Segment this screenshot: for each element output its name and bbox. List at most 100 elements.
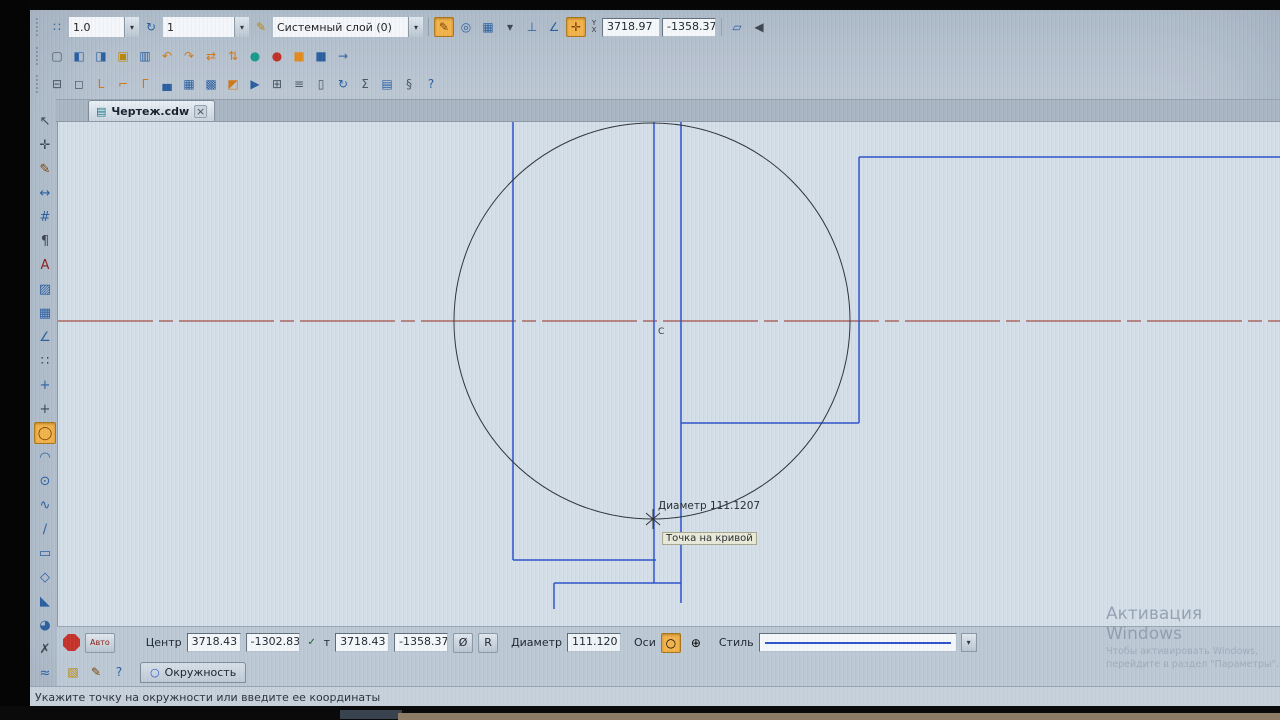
speaker-icon[interactable]: ◀ bbox=[749, 17, 769, 37]
point-x-field[interactable]: 3718.43 bbox=[335, 633, 390, 652]
edit-object-icon[interactable]: ✎ bbox=[86, 662, 106, 682]
tree-list-icon[interactable]: ≡ bbox=[289, 74, 309, 94]
ruler-icon[interactable]: L bbox=[91, 74, 111, 94]
grid-icon[interactable]: ▦ bbox=[478, 17, 498, 37]
tab-close-icon[interactable]: × bbox=[194, 104, 208, 118]
fill-icon[interactable]: ▩ bbox=[201, 74, 221, 94]
center-y-field[interactable]: -1302.83 bbox=[245, 633, 300, 652]
pan-tool[interactable]: ✛ bbox=[34, 134, 56, 156]
sum-icon[interactable]: Σ bbox=[355, 74, 375, 94]
window-layout-icon[interactable]: ◧ bbox=[69, 46, 89, 66]
doc-blank-icon[interactable]: ▯ bbox=[311, 74, 331, 94]
zoom-refresh-icon[interactable]: ↻ bbox=[141, 17, 161, 37]
current-state-icon[interactable]: ∷ bbox=[47, 17, 67, 37]
center-x-field[interactable]: 3718.43 bbox=[186, 633, 241, 652]
interrupt-command-button[interactable] bbox=[63, 634, 80, 651]
draw-mode-icon[interactable]: ✎ bbox=[434, 17, 454, 37]
hatch-tool[interactable]: ▨ bbox=[34, 278, 56, 300]
auto-create-button[interactable]: Авто bbox=[85, 632, 115, 653]
angle-measure-tool[interactable]: ∠ bbox=[34, 326, 56, 348]
dimension-tool[interactable]: ↔ bbox=[34, 182, 56, 204]
offset-tool[interactable]: ≈ bbox=[34, 662, 56, 684]
corner-icon[interactable]: Γ bbox=[135, 74, 155, 94]
radius-mode-button[interactable]: R bbox=[478, 632, 499, 653]
pencil-tool[interactable]: ✎ bbox=[34, 158, 56, 180]
help-icon[interactable]: ? bbox=[421, 74, 441, 94]
trim-tool[interactable]: ✗ bbox=[34, 638, 56, 660]
document-icon: ▤ bbox=[96, 104, 107, 118]
point-y-field[interactable]: -1358.37 bbox=[394, 633, 449, 652]
line-tool[interactable]: ∕ bbox=[34, 518, 56, 540]
open-folder-icon[interactable]: ▣ bbox=[113, 46, 133, 66]
diameter-mode-button[interactable]: Ø bbox=[453, 632, 474, 653]
layer-number-caret-icon[interactable]: ▾ bbox=[234, 17, 249, 37]
save-icon[interactable]: ▥ bbox=[135, 46, 155, 66]
spline-tool[interactable]: ∿ bbox=[34, 494, 56, 516]
hash-grid-tool[interactable]: # bbox=[34, 206, 56, 228]
new-sheet-icon[interactable]: ▢ bbox=[47, 46, 67, 66]
point-tool[interactable]: + bbox=[34, 398, 56, 420]
rectangle-tool[interactable]: ▭ bbox=[34, 542, 56, 564]
move-icon[interactable]: ⇄ bbox=[201, 46, 221, 66]
drawing-canvas[interactable]: C Диаметр 111.1207 Точка на кривой bbox=[57, 122, 1280, 626]
spreadsheet-icon[interactable]: ▤ bbox=[377, 74, 397, 94]
stop-mark-icon[interactable]: ● bbox=[267, 46, 287, 66]
designation-tool[interactable]: ¶ bbox=[34, 230, 56, 252]
cursor-y-field[interactable]: -1358.37 bbox=[662, 17, 716, 37]
zoom-caret-icon[interactable]: ▾ bbox=[124, 17, 139, 37]
polygon-tool[interactable]: ◇ bbox=[34, 566, 56, 588]
refresh-icon[interactable]: ↻ bbox=[333, 74, 353, 94]
rotate-right-icon[interactable]: ↷ bbox=[179, 46, 199, 66]
run-icon[interactable]: ▶ bbox=[245, 74, 265, 94]
zoom-area-icon[interactable]: ◎ bbox=[456, 17, 476, 37]
help-panel-icon[interactable]: ? bbox=[109, 662, 129, 682]
layer-name-combo[interactable]: Системный слой (0) ▾ bbox=[273, 17, 423, 37]
pointer-arrow-icon[interactable]: → bbox=[333, 46, 353, 66]
blue-box-icon[interactable]: ■ bbox=[311, 46, 331, 66]
geometry-panel-icon[interactable]: ▧ bbox=[63, 662, 83, 682]
grid-page-icon[interactable]: ⊞ bbox=[267, 74, 287, 94]
print-icon[interactable]: ⊟ bbox=[47, 74, 67, 94]
process-icons: ▧ ✎? bbox=[63, 662, 129, 682]
process-tab-label: Окружность bbox=[164, 665, 237, 679]
local-csys-icon[interactable]: ∠ bbox=[544, 17, 564, 37]
snap-toggle-icon[interactable]: ✛ bbox=[566, 17, 586, 37]
ellipse-tool[interactable]: ⊙ bbox=[34, 470, 56, 492]
fillet-tool[interactable]: ◕ bbox=[34, 614, 56, 636]
layer-edit-icon[interactable]: ✎ bbox=[251, 17, 271, 37]
axes-off-toggle[interactable]: ○ bbox=[660, 632, 681, 653]
text-tool[interactable]: A bbox=[34, 254, 56, 276]
points-array-tool[interactable]: ∷ bbox=[34, 350, 56, 372]
window-layout-alt-icon[interactable]: ◨ bbox=[91, 46, 111, 66]
preview-icon[interactable]: ◻ bbox=[69, 74, 89, 94]
shift-icon[interactable]: ⇅ bbox=[223, 46, 243, 66]
info-icon[interactable]: § bbox=[399, 74, 419, 94]
select-tool[interactable]: ↖ bbox=[34, 110, 56, 132]
process-tab-circle[interactable]: ○ Окружность bbox=[140, 661, 247, 683]
table-icon[interactable]: ▦ bbox=[179, 74, 199, 94]
table-tool[interactable]: ▦ bbox=[34, 302, 56, 324]
grid-caret-icon[interactable]: ▾ bbox=[500, 17, 520, 37]
ruler-flip-icon[interactable]: ⌐ bbox=[113, 74, 133, 94]
sphere-icon[interactable]: ● bbox=[245, 46, 265, 66]
layer-number-combo[interactable]: 1 ▾ bbox=[163, 17, 249, 37]
arc-tool[interactable]: ◠ bbox=[34, 446, 56, 468]
copy-properties-icon[interactable]: ▱ bbox=[727, 17, 747, 37]
line-style-caret-icon[interactable]: ▾ bbox=[960, 633, 977, 652]
layer-name-caret-icon[interactable]: ▾ bbox=[408, 17, 423, 37]
circle-tool[interactable]: ◯ bbox=[34, 422, 56, 444]
document-tab[interactable]: ▤ Чертеж.cdw × bbox=[88, 100, 216, 121]
cursor-x-field[interactable]: 3718.97 bbox=[602, 17, 660, 37]
orange-box-icon[interactable]: ■ bbox=[289, 46, 309, 66]
status-bar: Укажите точку на окружности или введите … bbox=[30, 686, 1280, 708]
chamfer-tool[interactable]: ◣ bbox=[34, 590, 56, 612]
zoom-combo[interactable]: 1.0 ▾ bbox=[69, 17, 139, 37]
diameter-field[interactable]: 111.120 bbox=[567, 633, 622, 652]
stamp-icon[interactable]: ▄ bbox=[157, 74, 177, 94]
axes-on-toggle[interactable]: ⊕ bbox=[686, 633, 706, 653]
rotate-left-icon[interactable]: ↶ bbox=[157, 46, 177, 66]
palette-icon[interactable]: ◩ bbox=[223, 74, 243, 94]
ortho-icon[interactable]: ⊥ bbox=[522, 17, 542, 37]
axis-tool[interactable]: + bbox=[34, 374, 56, 396]
line-style-dropdown[interactable] bbox=[758, 633, 957, 652]
